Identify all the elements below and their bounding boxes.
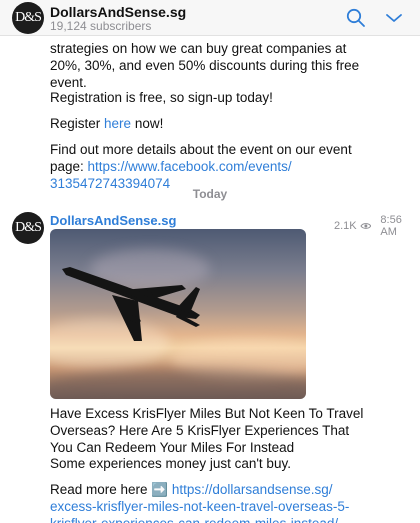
register-line: Register here now!: [50, 115, 400, 132]
arrow-right-icon: ➡️: [151, 482, 169, 497]
eye-icon: [360, 223, 372, 229]
post-image-airplane[interactable]: [50, 229, 306, 399]
register-suffix: now!: [131, 116, 164, 131]
channel-name[interactable]: DollarsAndSense.sg: [50, 4, 186, 20]
headline-line: Have Excess KrisFlyer Miles But Not Keen…: [50, 406, 364, 421]
airplane-icon: [62, 267, 200, 341]
channel-avatar[interactable]: D&S: [12, 2, 44, 34]
post-headline: Have Excess KrisFlyer Miles But Not Keen…: [50, 405, 400, 456]
message-feed[interactable]: strategies on how we can buy great compa…: [0, 37, 420, 523]
post-author[interactable]: DollarsAndSense.sg: [50, 213, 176, 228]
view-count: 2.1K: [334, 220, 357, 232]
post-tagline: Some experiences money just can't buy.: [50, 456, 291, 471]
previous-message-body: strategies on how we can buy great compa…: [50, 40, 400, 91]
date-separator: Today: [192, 187, 228, 201]
read-more-block: Read more here ➡️ https://dollarsandsens…: [50, 481, 400, 523]
message-line: Find out more details about the event on…: [50, 142, 352, 157]
search-icon: [346, 8, 365, 27]
headline-line: Overseas? Here Are 5 KrisFlyer Experienc…: [50, 423, 350, 438]
post-avatar[interactable]: D&S: [12, 212, 44, 244]
article-link-cont[interactable]: krisflyer-experiences-can-redeem-miles-i…: [50, 515, 400, 523]
post-meta: 2.1K 8:56 AM: [334, 214, 420, 238]
chevron-down-icon: [386, 14, 402, 22]
register-prefix: Register: [50, 116, 105, 131]
event-details: Find out more details about the event on…: [50, 141, 400, 192]
message-line: page: https://www.facebook.com/events/: [50, 158, 400, 175]
message-line: 20%, 30%, and even 50% discounts during …: [50, 58, 360, 73]
channel-header: D&S DollarsAndSense.sg 19,124 subscriber…: [0, 0, 420, 36]
article-link[interactable]: https://dollarsandsense.sg/: [172, 482, 333, 497]
read-more-line: Read more here ➡️ https://dollarsandsens…: [50, 481, 400, 498]
search-button[interactable]: [344, 6, 368, 30]
details-prefix: page:: [50, 159, 88, 174]
subscriber-count: 19,124 subscribers: [50, 19, 152, 33]
article-link-cont[interactable]: excess-krisflyer-miles-not-keen-travel-o…: [50, 498, 400, 515]
headline-line: You Can Redeem Your Miles For Instead: [50, 440, 295, 455]
post-time: 8:56 AM: [380, 214, 402, 238]
register-link[interactable]: here: [104, 116, 131, 131]
facebook-event-link[interactable]: https://www.facebook.com/events/: [88, 159, 292, 174]
registration-text: Registration is free, so sign-up today!: [50, 90, 273, 105]
message-line: strategies on how we can buy great compa…: [50, 41, 347, 56]
more-button[interactable]: [382, 6, 406, 30]
read-more-prefix: Read more here: [50, 482, 152, 497]
